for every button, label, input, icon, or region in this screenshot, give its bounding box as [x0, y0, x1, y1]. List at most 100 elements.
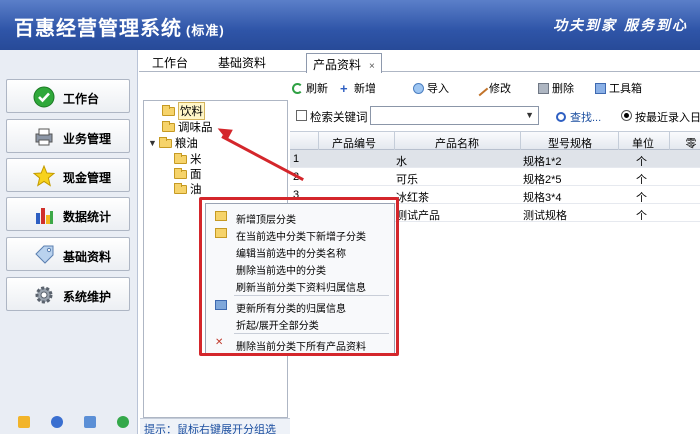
table-row[interactable]: 1 水 规格1*2 个: [290, 150, 700, 168]
tree-node-grain-oil[interactable]: ▼ 粮油: [148, 136, 198, 150]
grid-header: 产品编号 产品名称 型号规格 单位 零售: [290, 132, 700, 166]
keyword-checkbox-label: 检索关键词: [310, 112, 368, 124]
toolbox-label: 工具箱: [609, 83, 642, 95]
delete-label: 删除: [552, 83, 574, 95]
nav-workbench-button[interactable]: 工作台: [6, 79, 130, 113]
find-label: 查找...: [570, 112, 602, 124]
column-divider: [618, 132, 619, 150]
unit-cell: 个: [636, 156, 647, 168]
delete-button[interactable]: 删除: [538, 80, 574, 96]
folder-icon: [174, 152, 187, 164]
tree-node-label: 饮料: [178, 102, 205, 120]
tree-node-condiments[interactable]: 调味品: [162, 120, 213, 134]
folder-icon: [162, 120, 175, 132]
unit-cell: 个: [636, 210, 647, 222]
toolbox-icon: [595, 82, 606, 94]
app-header: 百惠经营管理系统 (标准) 功夫到家 服务到心: [0, 0, 700, 50]
keyword-checkbox[interactable]: [296, 110, 307, 121]
row-number: 1: [293, 153, 300, 165]
add-button[interactable]: + 新增: [340, 80, 376, 96]
plus-icon: +: [340, 80, 348, 96]
nav-system-button[interactable]: 系统维护: [6, 277, 130, 311]
refresh-label: 刷新: [306, 83, 328, 95]
highlight-box: [199, 197, 399, 356]
sort-recent-radio[interactable]: [621, 110, 632, 121]
printer-icon: [35, 128, 53, 146]
folder-icon: [174, 182, 187, 194]
spec-cell: 测试规格: [523, 210, 567, 222]
chevron-down-icon[interactable]: ▼: [525, 110, 534, 120]
folder-icon: [162, 104, 175, 116]
folder-icon: [174, 167, 187, 179]
spec-cell: 规格2*5: [523, 174, 562, 186]
spec-cell: 规格3*4: [523, 192, 562, 204]
tree-node-oil[interactable]: 油: [174, 182, 202, 196]
column-header-code[interactable]: 产品编号: [332, 135, 376, 151]
globe-icon[interactable]: [117, 416, 129, 428]
slogan: 功夫到家 服务到心: [553, 18, 688, 34]
bottom-toolbar: [0, 410, 138, 430]
toolbox-button[interactable]: 工具箱: [595, 80, 642, 96]
keyword-input[interactable]: ▼: [370, 106, 539, 125]
nav-basic-data-button[interactable]: 基础资料: [6, 237, 130, 271]
import-icon: [413, 82, 424, 94]
column-divider: [318, 132, 319, 150]
nav-label: 工作台: [63, 92, 100, 106]
tree-node-beverages[interactable]: 饮料: [162, 102, 205, 120]
tab-product-data[interactable]: 产品资料 ×: [306, 53, 382, 73]
star-icon: [33, 165, 55, 187]
note-icon[interactable]: [18, 416, 30, 428]
column-header-name[interactable]: 产品名称: [435, 135, 479, 151]
spec-cell: 规格1*2: [523, 156, 562, 168]
refresh-icon: [292, 82, 303, 94]
tree-node-label: 油: [190, 184, 202, 196]
nav-business-button[interactable]: 业务管理: [6, 119, 130, 153]
tools-icon: [472, 80, 489, 96]
product-name-cell: 冰红茶: [396, 192, 429, 204]
nav-cash-button[interactable]: 现金管理: [6, 158, 130, 192]
nav-label: 基础资料: [63, 250, 112, 264]
nav-statistics-button[interactable]: 数据统计: [6, 197, 130, 231]
toolbar: 刷新 + 新增 导入 修改 删除 工具箱: [290, 76, 700, 98]
column-divider: [520, 132, 521, 150]
search-icon: [556, 112, 566, 122]
tree-hint: 提示：鼠标右键展开分组选项: [140, 418, 290, 434]
nav-label: 系统维护: [63, 290, 112, 304]
refresh-button[interactable]: 刷新: [292, 80, 328, 96]
table-row[interactable]: 2 可乐 规格2*5 个: [290, 168, 700, 186]
tree-node-label: 调味品: [178, 122, 213, 134]
tab-bar: 工作台 基础资料 产品资料 ×: [139, 50, 700, 73]
sort-recent-label: 按最近录入日期: [635, 112, 700, 124]
tree-node-noodles[interactable]: 面: [174, 167, 202, 181]
edit-button[interactable]: 修改: [472, 80, 511, 96]
column-divider: [394, 132, 395, 150]
product-name-cell: 测试产品: [396, 210, 440, 222]
trash-icon: [538, 82, 549, 94]
tree-node-rice[interactable]: 米: [174, 152, 202, 166]
unit-cell: 个: [636, 192, 647, 204]
tab-basic-data[interactable]: 基础资料: [218, 54, 266, 72]
collapse-icon[interactable]: ▼: [148, 138, 157, 148]
monitor-icon[interactable]: [84, 416, 96, 428]
left-nav: 工作台 业务管理 现金管理 数据统计 基础资料 系统维护: [0, 50, 138, 434]
search-bar: 检索关键词 ▼ 查找... 按最近录入日期: [290, 102, 700, 128]
import-label: 导入: [427, 83, 449, 95]
unit-cell: 个: [636, 174, 647, 186]
nav-label: 业务管理: [63, 132, 112, 146]
tree-node-label: 面: [190, 169, 202, 181]
find-button[interactable]: 查找...: [556, 109, 601, 125]
app-title-text: 百惠经营管理系统: [14, 18, 182, 40]
edit-label: 修改: [489, 83, 511, 95]
tab-label: 产品资料: [313, 58, 362, 72]
tab-workbench[interactable]: 工作台: [152, 54, 188, 72]
nav-label: 数据统计: [63, 210, 112, 224]
gear-icon: [35, 286, 53, 304]
tab-close-icon[interactable]: ×: [369, 61, 375, 72]
import-button[interactable]: 导入: [413, 80, 449, 96]
column-header-spec[interactable]: 型号规格: [548, 135, 592, 151]
app-title: 百惠经营管理系统 (标准): [14, 12, 225, 41]
clock-icon[interactable]: [51, 416, 63, 428]
column-header-unit[interactable]: 单位: [632, 135, 654, 151]
folder-icon: [158, 136, 172, 148]
nav-label: 现金管理: [63, 171, 112, 185]
